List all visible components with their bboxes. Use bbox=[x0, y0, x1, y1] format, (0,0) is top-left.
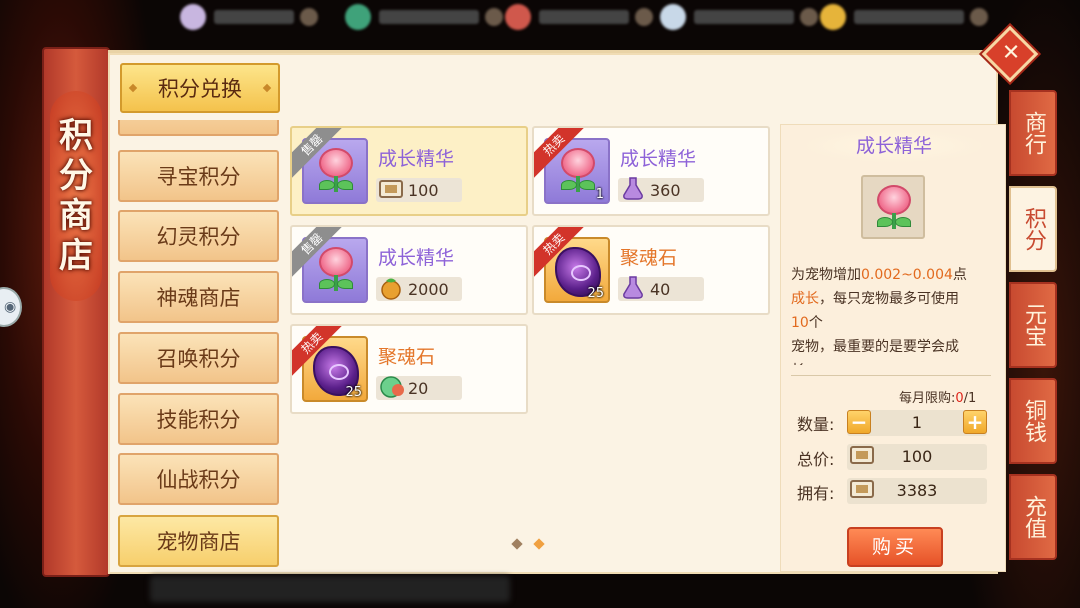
orb-icon bbox=[380, 376, 404, 398]
shop-item-card[interactable]: 25 热卖 聚魂石 20 bbox=[290, 324, 528, 414]
category-zhaohuan[interactable]: 召唤积分 bbox=[118, 332, 279, 384]
detail-icon-frame bbox=[861, 175, 925, 239]
cloud-icon bbox=[660, 4, 686, 30]
resource-bar bbox=[180, 0, 988, 34]
item-count: 1 bbox=[595, 187, 604, 202]
growth-essence-icon bbox=[315, 148, 357, 196]
qty-label: 数量: bbox=[797, 415, 835, 434]
resource-slot[interactable] bbox=[660, 4, 818, 30]
item-count: 25 bbox=[587, 286, 604, 301]
growth-essence-icon bbox=[315, 247, 357, 295]
resource-slot[interactable] bbox=[345, 4, 503, 30]
plus-button[interactable]: + bbox=[963, 410, 987, 434]
category-huanling[interactable]: 幻灵积分 bbox=[118, 210, 279, 262]
gamepad-icon: ◉ bbox=[4, 299, 17, 315]
page-title: 积 分 商 店 bbox=[50, 91, 102, 301]
tab-yuanbao[interactable]: 元宝 bbox=[1009, 282, 1057, 368]
growth-essence-icon bbox=[873, 185, 915, 233]
item-name: 聚魂石 bbox=[378, 346, 436, 368]
monthly-limit: 每月限购:0/1 bbox=[899, 391, 977, 406]
gold-coin-icon bbox=[820, 4, 846, 30]
item-name: 聚魂石 bbox=[620, 247, 678, 269]
tab-recharge[interactable]: 充值 bbox=[1009, 474, 1057, 560]
tab-shanghang[interactable]: 商行 bbox=[1009, 90, 1057, 176]
buy-button[interactable]: 购买 bbox=[847, 527, 943, 567]
detail-description: 为宠物增加0.002~0.004点 成长，每只宠物最多可使用 10个 宠物，最重… bbox=[791, 267, 967, 365]
total-label: 总价: bbox=[797, 450, 835, 469]
shop-item-card[interactable]: 1 热卖 成长精华 360 bbox=[532, 126, 770, 216]
category-xunbao[interactable]: 寻宝积分 bbox=[118, 150, 279, 202]
resource-slot[interactable] bbox=[180, 4, 318, 30]
potion-icon bbox=[623, 276, 643, 299]
growth-essence-icon bbox=[557, 148, 599, 196]
category-pet-shop[interactable]: 宠物商店 bbox=[118, 515, 279, 567]
resource-slot[interactable] bbox=[505, 4, 653, 30]
category-shenhun[interactable]: 神魂商店 bbox=[118, 271, 279, 323]
divider bbox=[791, 375, 991, 376]
own-label: 拥有: bbox=[797, 484, 835, 503]
game-screen: ◉ 积 分 商 店 积分兑换 寻宝积分 幻灵积分 神魂商店 召唤积分 技能积分 … bbox=[0, 0, 1080, 608]
quantity-stepper[interactable]: − 1 + bbox=[847, 410, 987, 436]
category-xianzhan[interactable]: 仙战积分 bbox=[118, 453, 279, 505]
fruit-icon bbox=[381, 278, 401, 300]
item-price: 100 bbox=[376, 178, 462, 202]
detail-title: 成长精华 bbox=[801, 129, 987, 163]
total-price-field: 100 bbox=[847, 444, 987, 470]
pearl-icon bbox=[180, 4, 206, 30]
shop-item-card[interactable]: 售罄 成长精华 100 bbox=[290, 126, 528, 216]
resource-slot[interactable] bbox=[820, 4, 988, 30]
item-count: 25 bbox=[345, 385, 362, 400]
item-name: 成长精华 bbox=[378, 148, 455, 170]
category-list: 寻宝积分 幻灵积分 神魂商店 召唤积分 技能积分 仙战积分 宠物商店 bbox=[108, 120, 288, 572]
category-item-partial[interactable] bbox=[118, 120, 279, 136]
red-gem-icon bbox=[505, 4, 531, 30]
category-jineng[interactable]: 技能积分 bbox=[118, 393, 279, 445]
item-price: 360 bbox=[618, 177, 704, 202]
shop-title-banner: 积 分 商 店 bbox=[42, 47, 110, 577]
item-detail-panel: 成长精华 为宠物增加0.002~0.004点 成长，每只宠物最多可使用 10个 … bbox=[780, 124, 1006, 572]
item-name: 成长精华 bbox=[620, 148, 697, 170]
coupon-icon bbox=[379, 180, 403, 198]
item-name: 成长精华 bbox=[378, 247, 455, 269]
close-icon: ✕ bbox=[1001, 40, 1021, 66]
item-price: 40 bbox=[618, 276, 704, 301]
owned-amount-field: 3383 bbox=[847, 478, 987, 504]
points-exchange-header[interactable]: 积分兑换 bbox=[120, 63, 280, 113]
shop-item-card[interactable]: 25 热卖 聚魂石 40 bbox=[532, 225, 770, 315]
tab-copper[interactable]: 铜钱 bbox=[1009, 378, 1057, 464]
item-price: 20 bbox=[376, 376, 462, 400]
jade-icon bbox=[345, 4, 371, 30]
tab-points[interactable]: 积分 bbox=[1009, 186, 1057, 272]
potion-icon bbox=[623, 177, 643, 200]
shop-item-card[interactable]: 售罄 成长精华 2000 bbox=[290, 225, 528, 315]
item-price: 2000 bbox=[376, 277, 462, 301]
blurred-bottom-text bbox=[150, 576, 510, 602]
